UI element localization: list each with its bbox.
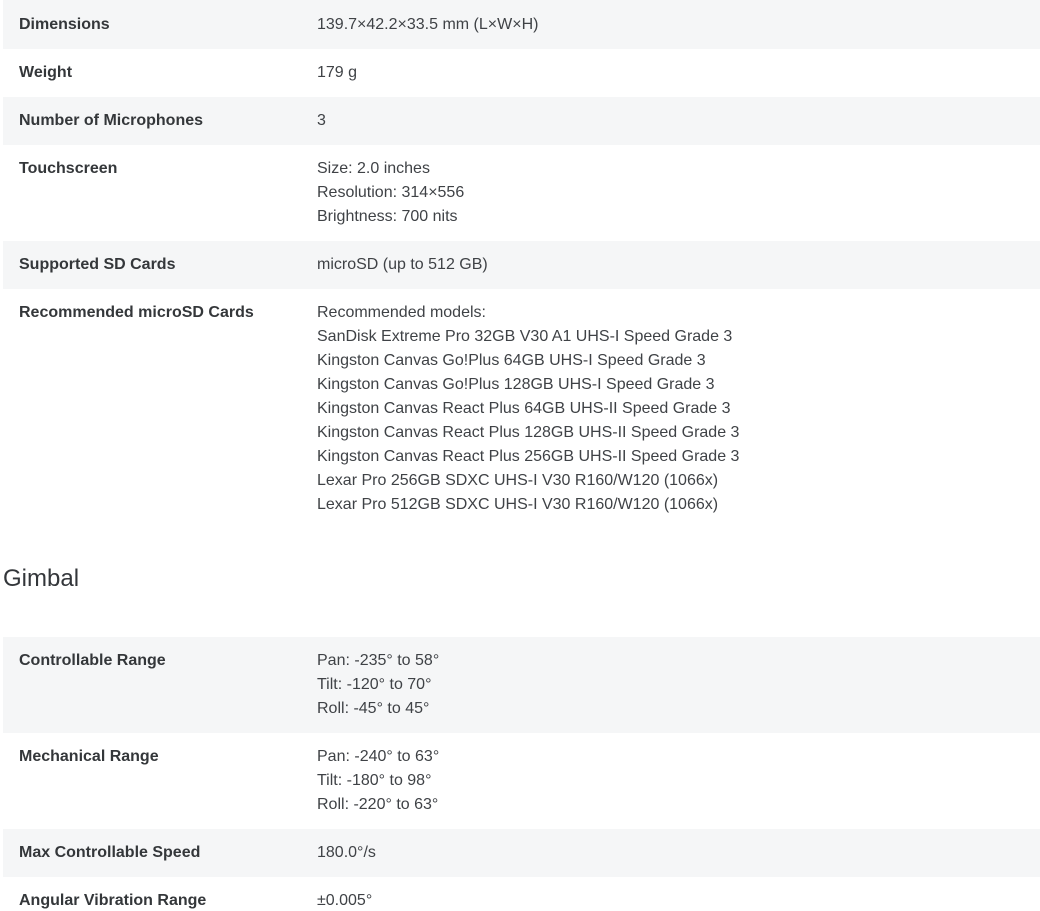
spec-row-angular-vibration: Angular Vibration Range ±0.005° <box>3 877 1040 911</box>
spec-label: Mechanical Range <box>19 748 159 765</box>
spec-label: Number of Microphones <box>19 112 204 129</box>
spec-value: microSD (up to 512 GB) <box>317 253 1040 277</box>
spec-label: Recommended microSD Cards <box>19 304 254 321</box>
spec-label: Supported SD Cards <box>19 256 176 273</box>
spec-value: Pan: -235° to 58° Tilt: -120° to 70° Rol… <box>317 649 1040 721</box>
spec-label: Weight <box>19 64 73 81</box>
spec-value-line: Lexar Pro 256GB SDXC UHS-I V30 R160/W120… <box>317 472 719 489</box>
spec-row-recommended-cards: Recommended microSD Cards Recommended mo… <box>3 289 1040 529</box>
spec-value-line: microSD (up to 512 GB) <box>317 256 488 273</box>
spec-value-line: 3 <box>317 112 326 129</box>
spec-row-controllable-range: Controllable Range Pan: -235° to 58° Til… <box>3 637 1040 733</box>
spec-page: Dimensions 139.7×42.2×33.5 mm (L×W×H) We… <box>0 0 1040 911</box>
spec-value-line: Resolution: 314×556 <box>317 184 465 201</box>
spec-value: ±0.005° <box>317 889 1040 911</box>
spec-value-line: ±0.005° <box>317 892 373 909</box>
spec-row-dimensions: Dimensions 139.7×42.2×33.5 mm (L×W×H) <box>3 0 1040 49</box>
spec-value-line: Tilt: -180° to 98° <box>317 772 432 789</box>
spec-row-microphones: Number of Microphones 3 <box>3 97 1040 145</box>
spec-value-line: Kingston Canvas React Plus 64GB UHS-II S… <box>317 400 731 417</box>
spec-value-line: Roll: -220° to 63° <box>317 796 439 813</box>
spec-label: Controllable Range <box>19 652 166 669</box>
spec-value-line: Kingston Canvas React Plus 256GB UHS-II … <box>317 448 740 465</box>
spec-value-line: Lexar Pro 512GB SDXC UHS-I V30 R160/W120… <box>317 496 719 513</box>
spec-value: 179 g <box>317 61 1040 85</box>
spec-value-line: Size: 2.0 inches <box>317 160 430 177</box>
spec-value: Pan: -240° to 63° Tilt: -180° to 98° Rol… <box>317 745 1040 817</box>
spec-value-line: Pan: -240° to 63° <box>317 748 440 765</box>
spec-value-line: Recommended models: <box>317 304 486 321</box>
spec-value-line: Kingston Canvas React Plus 128GB UHS-II … <box>317 424 740 441</box>
spec-label: Max Controllable Speed <box>19 844 201 861</box>
spec-value-line: Tilt: -120° to 70° <box>317 676 432 693</box>
general-spec-table: Dimensions 139.7×42.2×33.5 mm (L×W×H) We… <box>3 0 1040 529</box>
spec-label: Touchscreen <box>19 160 118 177</box>
spec-value-line: Brightness: 700 nits <box>317 208 458 225</box>
spec-value-line: 139.7×42.2×33.5 mm (L×W×H) <box>317 16 539 33</box>
spec-value-line: 180.0°/s <box>317 844 376 861</box>
spec-row-sd-cards: Supported SD Cards microSD (up to 512 GB… <box>3 241 1040 289</box>
spec-value-line: Pan: -235° to 58° <box>317 652 440 669</box>
spec-value-line: SanDisk Extreme Pro 32GB V30 A1 UHS-I Sp… <box>317 328 733 345</box>
spec-row-weight: Weight 179 g <box>3 49 1040 97</box>
spec-value: 3 <box>317 109 1040 133</box>
spec-value-line: Kingston Canvas Go!Plus 64GB UHS-I Speed… <box>317 352 706 369</box>
spec-row-mechanical-range: Mechanical Range Pan: -240° to 63° Tilt:… <box>3 733 1040 829</box>
spec-row-max-speed: Max Controllable Speed 180.0°/s <box>3 829 1040 877</box>
spec-value: Recommended models: SanDisk Extreme Pro … <box>317 301 1040 517</box>
spec-value-line: 179 g <box>317 64 358 81</box>
gimbal-spec-table: Controllable Range Pan: -235° to 58° Til… <box>3 637 1040 911</box>
spec-value-line: Roll: -45° to 45° <box>317 700 430 717</box>
spec-row-touchscreen: Touchscreen Size: 2.0 inches Resolution:… <box>3 145 1040 241</box>
spec-value-line: Kingston Canvas Go!Plus 128GB UHS-I Spee… <box>317 376 715 393</box>
spec-label: Angular Vibration Range <box>19 892 207 909</box>
spec-label: Dimensions <box>19 16 110 33</box>
spec-value: 180.0°/s <box>317 841 1040 865</box>
section-heading-gimbal: Gimbal <box>3 565 80 592</box>
spec-value: Size: 2.0 inches Resolution: 314×556 Bri… <box>317 157 1040 229</box>
spec-value: 139.7×42.2×33.5 mm (L×W×H) <box>317 13 1040 37</box>
